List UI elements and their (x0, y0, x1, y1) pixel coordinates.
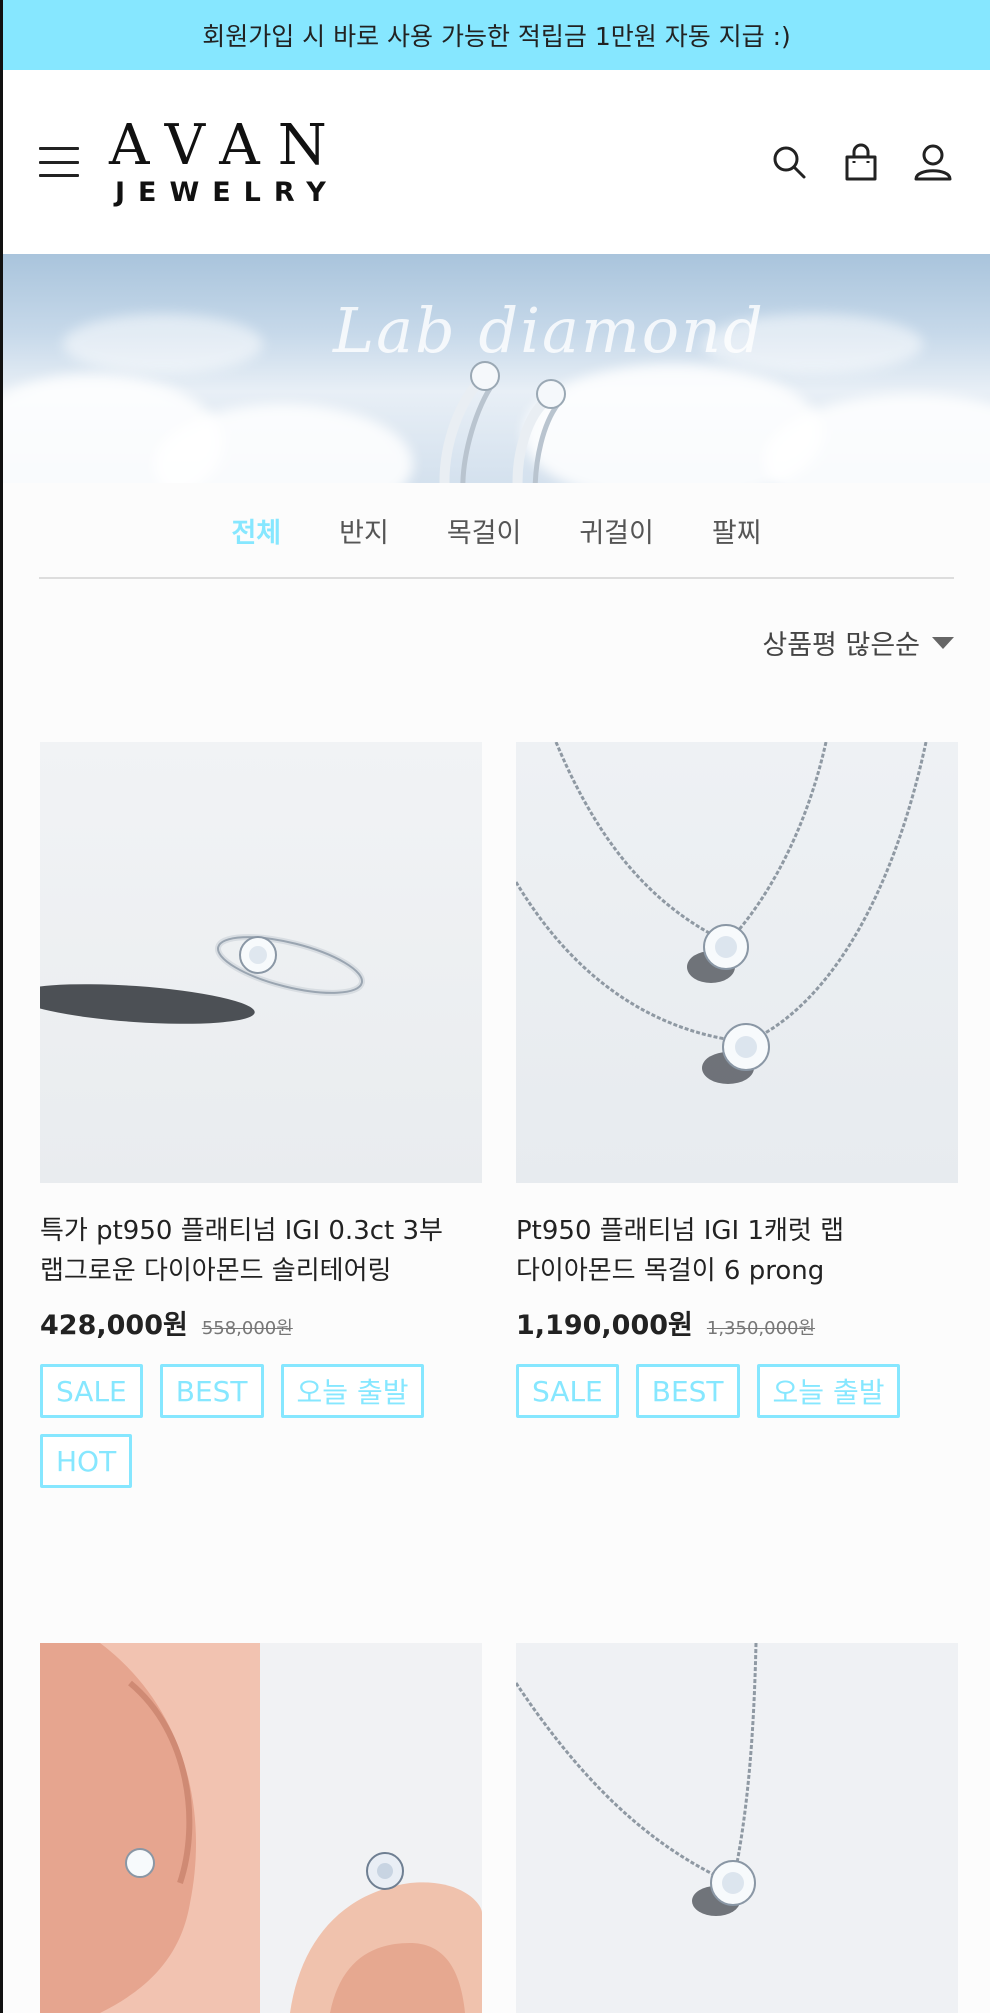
product-image-ring[interactable] (40, 742, 482, 1183)
site-logo[interactable]: AVAN JEWELRY (109, 118, 345, 210)
sort-dropdown[interactable]: 상품평 많은순 (762, 623, 954, 662)
product-card[interactable] (40, 1643, 482, 2013)
product-title[interactable]: 특가 pt950 플래티넘 IGI 0.3ct 3부 랩그로운 다이아몬드 솔리… (40, 1211, 482, 1291)
product-title-line2: 랩그로운 다이아몬드 솔리테어링 (40, 1256, 392, 1286)
badge-ships-today: 오늘 출발 (756, 1364, 901, 1418)
user-icon[interactable] (910, 139, 956, 185)
price-row: 428,000원 558,000원 (40, 1303, 482, 1342)
product-card[interactable] (516, 1643, 958, 2013)
badge-sale: SALE (40, 1364, 143, 1418)
menu-icon (39, 147, 79, 177)
badge-sale: SALE (516, 1364, 619, 1418)
tab-rings[interactable]: 반지 (310, 511, 418, 550)
original-price: 1,350,000원 (706, 1318, 816, 1339)
shopping-bag-icon[interactable] (838, 139, 884, 185)
badge-ships-today: 오늘 출발 (280, 1364, 425, 1418)
search-icon[interactable] (766, 139, 812, 185)
rings-image (439, 361, 566, 483)
promo-text: 회원가입 시 바로 사용 가능한 적립금 1만원 자동 지급 :) (202, 22, 791, 51)
product-card[interactable]: 특가 pt950 플래티넘 IGI 0.3ct 3부 랩그로운 다이아몬드 솔리… (40, 742, 482, 1488)
tab-all[interactable]: 전체 (202, 511, 310, 550)
product-title-line1: 특가 pt950 플래티넘 IGI 0.3ct 3부 (40, 1216, 443, 1246)
badge-list: SALE BEST 오늘 출발 HOT (40, 1364, 482, 1488)
product-image-necklace-single[interactable] (516, 1643, 958, 2013)
tab-bracelets[interactable]: 팔찌 (683, 511, 791, 550)
logo-bottom-text: JEWELRY (114, 177, 339, 208)
tab-earrings[interactable]: 귀걸이 (550, 511, 683, 550)
original-price: 558,000원 (201, 1318, 293, 1339)
badge-best: BEST (635, 1364, 740, 1418)
menu-button[interactable] (39, 70, 83, 254)
tab-necklaces[interactable]: 목걸이 (418, 511, 551, 550)
sort-label: 상품평 많은순 (762, 630, 920, 661)
sale-price: 1,190,000원 (516, 1310, 693, 1341)
badge-hot: HOT (40, 1434, 133, 1488)
logo-top-text: AVAN (109, 113, 345, 178)
price-row: 1,190,000원 1,350,000원 (516, 1303, 958, 1342)
sort-bar: 상품평 많은순 (3, 579, 990, 705)
product-card[interactable]: Pt950 플래티넘 IGI 1캐럿 랩 다이아몬드 목걸이 6 prong 1… (516, 742, 958, 1418)
badge-list: SALE BEST 오늘 출발 (516, 1364, 958, 1418)
product-image-necklace[interactable] (516, 742, 958, 1183)
category-tabs: 전체 반지 목걸이 귀걸이 팔찌 (39, 483, 954, 579)
product-title-line1: Pt950 플래티넘 IGI 1캐럿 랩 (516, 1216, 845, 1246)
product-image-earring[interactable] (40, 1643, 482, 2013)
caret-down-icon (932, 636, 954, 649)
sale-price: 428,000원 (40, 1310, 188, 1341)
badge-best: BEST (159, 1364, 264, 1418)
product-title-line2: 다이아몬드 목걸이 6 prong (516, 1256, 825, 1286)
site-header: AVAN JEWELRY (3, 70, 990, 254)
hero-banner[interactable]: Lab diamond (3, 254, 990, 483)
product-title[interactable]: Pt950 플래티넘 IGI 1캐럿 랩 다이아몬드 목걸이 6 prong (516, 1211, 958, 1291)
promo-bar[interactable]: 회원가입 시 바로 사용 가능한 적립금 1만원 자동 지급 :) (3, 0, 990, 70)
